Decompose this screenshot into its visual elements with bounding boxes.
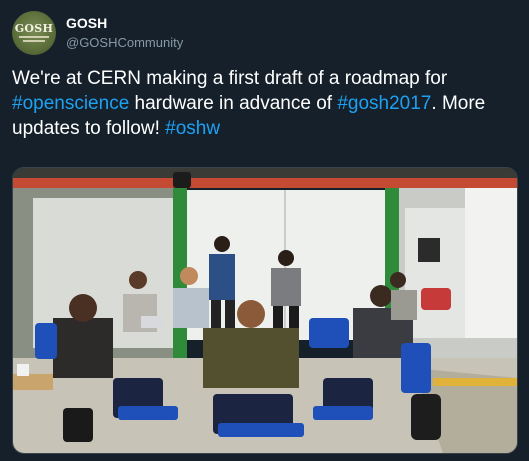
user-info: GOSH @GOSHCommunity xyxy=(66,14,183,52)
tweet-text-part: We're at CERN making a first draft of a … xyxy=(12,68,448,89)
avatar-logo-line xyxy=(19,35,49,38)
workshop-photo-illustration xyxy=(13,168,517,453)
hashtag-link[interactable]: #oshw xyxy=(165,118,220,139)
hashtag-link[interactable]: #gosh2017 xyxy=(337,93,431,114)
user-handle[interactable]: @GOSHCommunity xyxy=(66,34,183,52)
tweet-card: GOSH GOSH @GOSHCommunity We're at CERN m… xyxy=(0,0,529,461)
tweet-text-part: hardware in advance of xyxy=(129,93,338,114)
tweet-text: We're at CERN making a first draft of a … xyxy=(12,66,517,141)
display-name[interactable]: GOSH xyxy=(66,14,183,32)
avatar-logo-line xyxy=(23,39,45,42)
hashtag-link[interactable]: #openscience xyxy=(12,93,129,114)
profile-avatar[interactable]: GOSH xyxy=(12,11,56,55)
avatar-logo-text: GOSH xyxy=(14,21,54,35)
tweet-photo[interactable] xyxy=(12,167,518,454)
